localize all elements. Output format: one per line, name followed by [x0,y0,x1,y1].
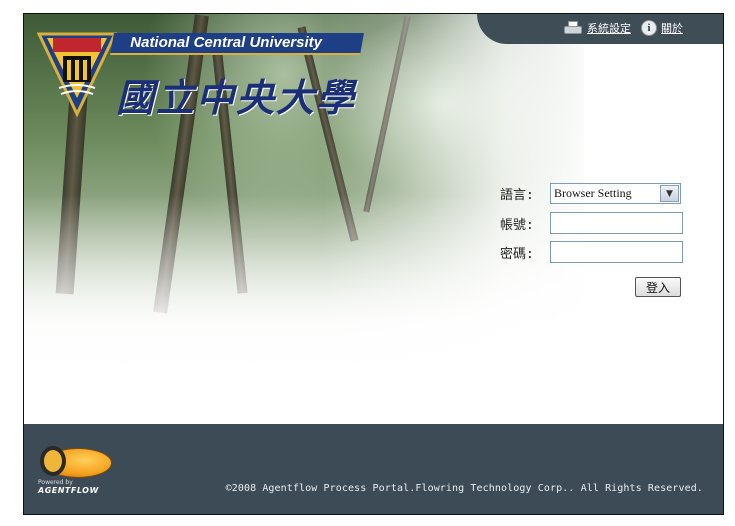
about-label: 關於 [661,22,683,35]
about-link[interactable]: i 關於 [641,20,683,36]
system-settings-label: 系統設定 [587,22,631,35]
language-select[interactable]: Browser Setting ▼ [550,183,681,204]
copyright-text: ©2008 Agentflow Process Portal.Flowring … [225,483,703,494]
agentflow-brand: AGENTFLOW [38,486,99,495]
top-nav-bar: 系統設定 i 關於 [477,14,723,44]
password-input[interactable] [550,241,683,263]
agentflow-logo: Powered by AGENTFLOW [38,446,118,498]
system-settings-link[interactable]: 系統設定 [563,20,631,36]
language-selected-value: Browser Setting [554,186,632,200]
university-name-zh: 國立中央大學 [116,75,357,120]
login-page-frame: 系統設定 i 關於 National Central University 國立… [23,13,724,515]
login-button[interactable]: 登入 [635,277,681,297]
university-seal-logo [37,32,117,118]
chevron-down-icon[interactable]: ▼ [660,185,679,202]
language-label: 語言: [500,188,534,203]
printer-icon [563,20,583,36]
info-icon: i [641,20,657,36]
university-name-banner: National Central University [110,33,364,55]
powered-by-text: Powered by [38,479,73,486]
account-label: 帳號: [500,217,534,233]
university-name-en: National Central University [130,34,322,51]
account-input[interactable] [550,212,683,234]
gear-icon [40,446,66,476]
password-label: 密碼: [500,246,534,262]
footer: Powered by AGENTFLOW ©2008 Agentflow Pro… [24,424,723,514]
